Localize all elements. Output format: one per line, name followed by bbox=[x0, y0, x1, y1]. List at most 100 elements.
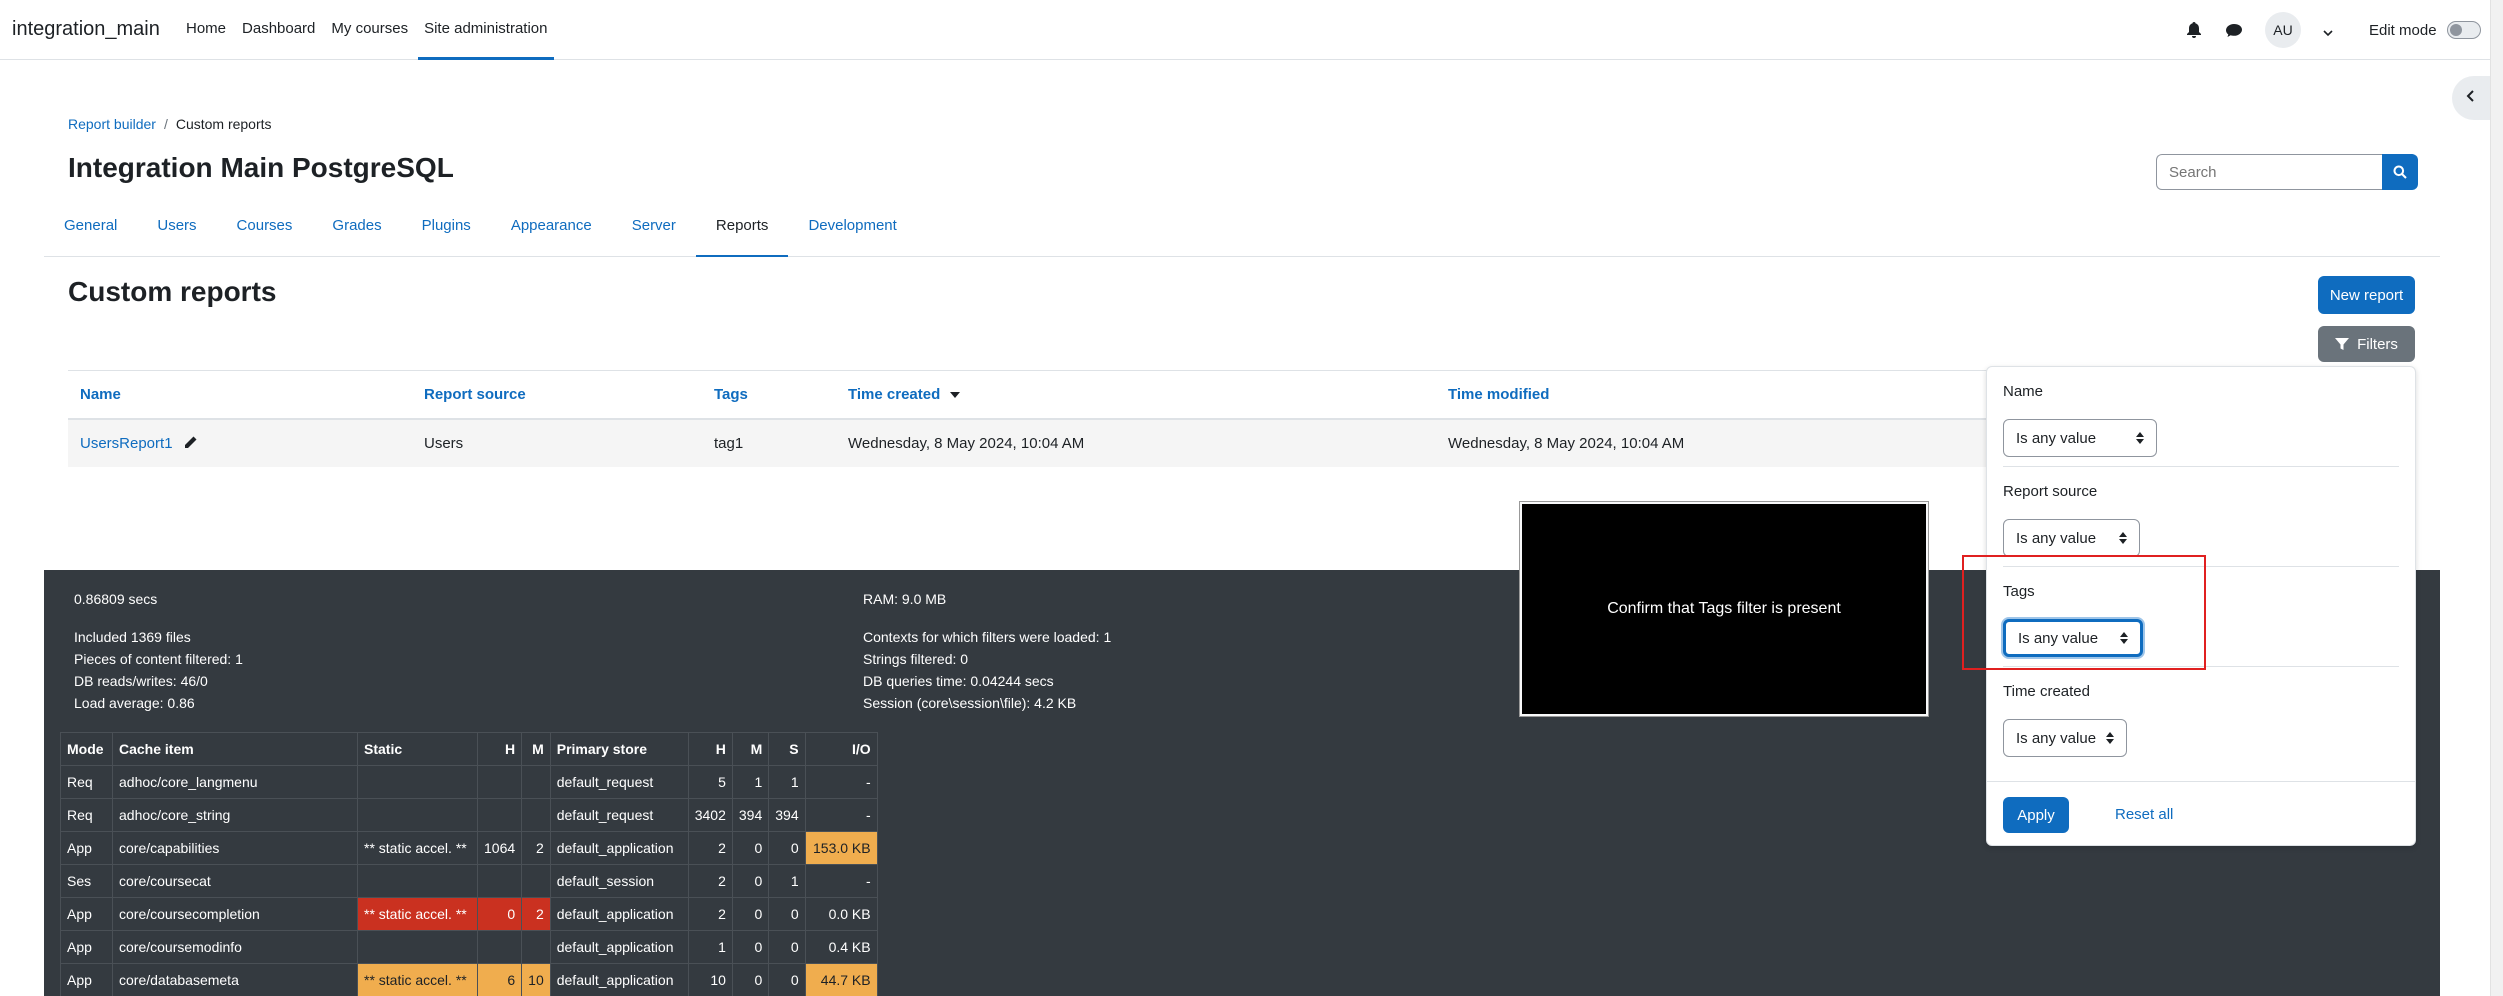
tab-development[interactable]: Development bbox=[788, 200, 916, 257]
new-report-button[interactable]: New report bbox=[2318, 276, 2415, 314]
cache-cell: App bbox=[60, 897, 113, 931]
cache-stats-table: Mode Cache item Static H M Primary store… bbox=[60, 732, 878, 996]
cache-col-primary-store: Primary store bbox=[549, 732, 689, 766]
cache-cell bbox=[521, 930, 551, 964]
custom-reports-table: Name Report source Tags Time created Tim… bbox=[68, 370, 2008, 467]
select-arrows-icon bbox=[2119, 532, 2127, 544]
column-header-tags[interactable]: Tags bbox=[702, 370, 836, 420]
nav-home[interactable]: Home bbox=[180, 0, 232, 60]
report-name-cell: UsersReport1 bbox=[68, 418, 412, 467]
footer-ram: RAM: 9.0 MB bbox=[863, 591, 947, 607]
tab-users[interactable]: Users bbox=[137, 200, 216, 257]
cache-cell: 0 bbox=[731, 963, 770, 996]
edit-mode-toggle[interactable] bbox=[2446, 21, 2481, 39]
breadcrumb-report-builder[interactable]: Report builder bbox=[68, 116, 156, 132]
search-button[interactable] bbox=[2382, 154, 2418, 190]
pencil-icon[interactable] bbox=[183, 435, 198, 450]
search-input[interactable] bbox=[2156, 154, 2382, 190]
cache-cell: 2 bbox=[521, 831, 551, 865]
cache-cell: 0.0 KB bbox=[804, 897, 878, 931]
reset-all-link[interactable]: Reset all bbox=[2115, 806, 2173, 823]
search-icon bbox=[2393, 165, 2407, 179]
bell-icon[interactable] bbox=[2185, 21, 2203, 39]
cache-cell: App bbox=[60, 831, 113, 865]
filters-button-label: Filters bbox=[2357, 335, 2398, 353]
column-header-time-modified[interactable]: Time modified bbox=[1436, 370, 2008, 420]
table-row: UsersReport1 Users tag1 Wednesday, 8 May… bbox=[68, 418, 2008, 467]
cache-cell: ** static accel. ** bbox=[357, 963, 478, 996]
cache-cell: core/coursecat bbox=[112, 864, 358, 898]
cache-cell: App bbox=[60, 963, 113, 996]
cache-cell: default_application bbox=[549, 831, 689, 865]
cache-cell: 0 bbox=[731, 930, 770, 964]
tab-appearance[interactable]: Appearance bbox=[491, 200, 612, 257]
filter-divider bbox=[2003, 466, 2399, 467]
cache-cell: 394 bbox=[768, 798, 806, 832]
cache-col-static: Static bbox=[357, 732, 478, 766]
filter-name-select[interactable]: Is any value bbox=[2003, 419, 2157, 457]
report-source-cell: Users bbox=[412, 418, 702, 467]
cache-cell: 0 bbox=[768, 930, 806, 964]
cache-cell: 5 bbox=[687, 765, 733, 799]
filters-button[interactable]: Filters bbox=[2318, 326, 2415, 362]
cache-cell: core/capabilities bbox=[112, 831, 358, 865]
cache-cell bbox=[476, 930, 523, 964]
column-header-time-created[interactable]: Time created bbox=[836, 370, 1436, 420]
cache-cell: 3402 bbox=[687, 798, 733, 832]
report-name-link[interactable]: UsersReport1 bbox=[80, 435, 173, 452]
page-title: Integration Main PostgreSQL bbox=[68, 152, 454, 183]
filter-time-created-select[interactable]: Is any value bbox=[2003, 719, 2127, 757]
cache-cell: ** static accel. ** bbox=[357, 831, 478, 865]
cache-cell: 10 bbox=[521, 963, 551, 996]
cache-cell: core/databasemeta bbox=[112, 963, 358, 996]
footer-stat: Session (core\session\file): 4.2 KB bbox=[863, 695, 1077, 711]
nav-dashboard[interactable]: Dashboard bbox=[236, 0, 321, 60]
cache-cell: 394 bbox=[731, 798, 770, 832]
cache-cell bbox=[476, 864, 523, 898]
column-header-report-source[interactable]: Report source bbox=[412, 370, 702, 420]
cache-cell: 0 bbox=[476, 897, 523, 931]
footer-stat: Strings filtered: 0 bbox=[863, 651, 969, 667]
tab-plugins[interactable]: Plugins bbox=[402, 200, 491, 257]
tab-grades[interactable]: Grades bbox=[312, 200, 401, 257]
instruction-overlay: Confirm that Tags filter is present bbox=[1520, 502, 1928, 716]
open-drawer-button[interactable] bbox=[2452, 76, 2490, 120]
select-arrows-icon bbox=[2106, 732, 2114, 744]
cache-cell: 6 bbox=[476, 963, 523, 996]
cache-cell: - bbox=[804, 798, 878, 832]
tab-reports[interactable]: Reports bbox=[695, 200, 789, 257]
cache-cell: 0 bbox=[731, 831, 770, 865]
filter-name-label: Name bbox=[2003, 383, 2044, 400]
cache-cell bbox=[357, 930, 478, 964]
cache-cell: 0 bbox=[731, 864, 770, 898]
apply-button[interactable]: Apply bbox=[2003, 797, 2069, 833]
tab-courses[interactable]: Courses bbox=[217, 200, 313, 257]
avatar[interactable]: AU bbox=[2265, 12, 2301, 48]
chevron-down-icon[interactable] bbox=[2323, 25, 2333, 37]
table-row: App core/coursecompletion ** static acce… bbox=[60, 897, 878, 931]
cache-cell bbox=[476, 765, 523, 799]
site-brand[interactable]: integration_main bbox=[12, 18, 160, 41]
tab-general[interactable]: General bbox=[44, 200, 137, 257]
filter-report-source-select[interactable]: Is any value bbox=[2003, 519, 2140, 557]
cache-cell: ** static accel. ** bbox=[357, 897, 478, 931]
cache-cell: 0 bbox=[768, 897, 806, 931]
cache-cell: 1 bbox=[731, 765, 770, 799]
edit-mode-label: Edit mode bbox=[2369, 21, 2437, 39]
column-header-name[interactable]: Name bbox=[68, 370, 412, 420]
filter-select-value: Is any value bbox=[2016, 429, 2097, 447]
filter-time-created-label: Time created bbox=[2003, 683, 2090, 700]
time-modified-cell: Wednesday, 8 May 2024, 10:04 AM bbox=[1436, 418, 2008, 467]
cache-cell: 0 bbox=[731, 897, 770, 931]
table-row: Ses core/coursecat default_session 2 0 1… bbox=[60, 864, 878, 898]
page-scrollbar[interactable] bbox=[2490, 0, 2503, 996]
table-header-row: Name Report source Tags Time created Tim… bbox=[68, 370, 2008, 420]
tab-server[interactable]: Server bbox=[612, 200, 696, 257]
edit-mode-control: Edit mode bbox=[2369, 21, 2481, 39]
cache-cell bbox=[357, 798, 478, 832]
messages-icon[interactable] bbox=[2225, 21, 2243, 39]
nav-site-administration[interactable]: Site administration bbox=[418, 0, 554, 60]
tags-cell: tag1 bbox=[702, 418, 836, 467]
cache-header-row: Mode Cache item Static H M Primary store… bbox=[60, 732, 878, 766]
nav-my-courses[interactable]: My courses bbox=[325, 0, 414, 60]
